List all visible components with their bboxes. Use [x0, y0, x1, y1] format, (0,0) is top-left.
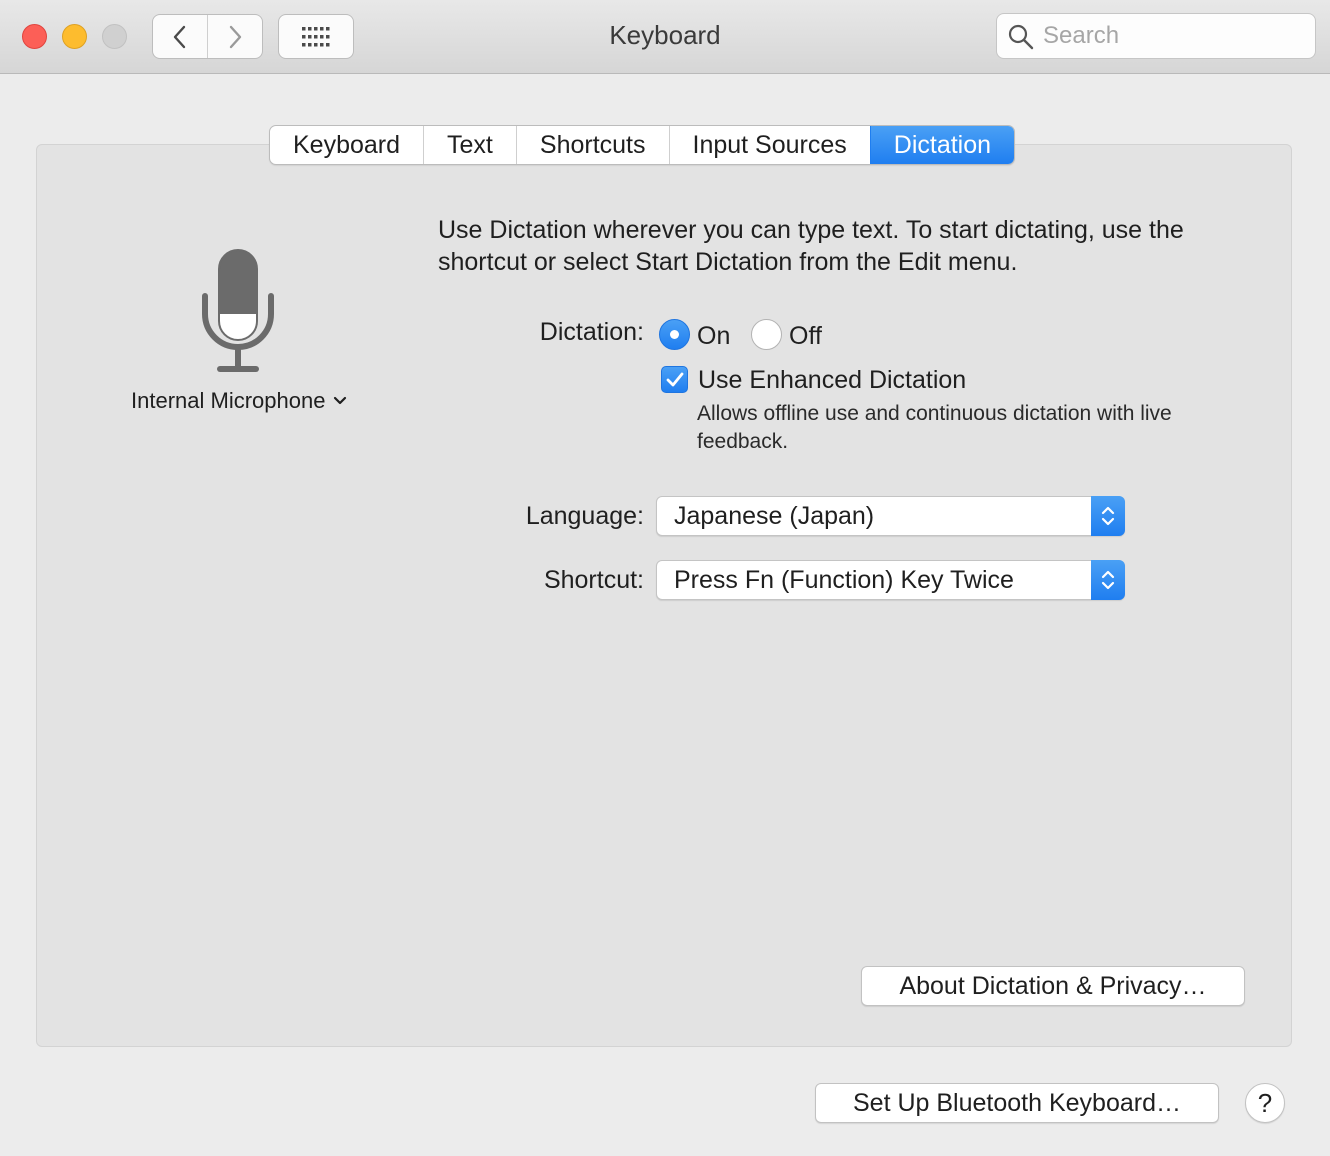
microphone-source-select[interactable]: Internal Microphone	[131, 388, 347, 414]
tab-bar: Keyboard Text Shortcuts Input Sources Di…	[269, 125, 1016, 165]
tab-keyboard[interactable]: Keyboard	[270, 126, 423, 164]
dictation-label: Dictation:	[539, 318, 644, 346]
tab-text[interactable]: Text	[423, 126, 516, 164]
shortcut-value: Press Fn (Function) Key Twice	[674, 566, 1014, 594]
enhanced-dictation-label[interactable]: Use Enhanced Dictation	[698, 366, 966, 395]
microphone-icon	[202, 249, 274, 372]
about-dictation-privacy-button[interactable]: About Dictation & Privacy…	[861, 966, 1245, 1006]
setup-bluetooth-keyboard-button[interactable]: Set Up Bluetooth Keyboard…	[815, 1083, 1219, 1123]
language-label: Language:	[525, 502, 644, 530]
dictation-off-radio[interactable]	[751, 319, 782, 350]
search-field[interactable]	[996, 13, 1316, 59]
search-icon	[1008, 24, 1034, 50]
shortcut-popup[interactable]: Press Fn (Function) Key Twice	[656, 560, 1125, 600]
dictation-description: Use Dictation wherever you can type text…	[438, 216, 1184, 276]
enhanced-dictation-description: Allows offline use and continuous dictat…	[697, 402, 1172, 453]
popup-arrows-icon	[1091, 560, 1125, 600]
tab-input-sources[interactable]: Input Sources	[668, 126, 870, 164]
checkmark-icon	[666, 372, 683, 386]
dictation-on-label[interactable]: On	[697, 322, 730, 351]
popup-arrows-icon	[1091, 496, 1125, 536]
enhanced-dictation-checkbox[interactable]	[661, 366, 688, 393]
search-input[interactable]	[1043, 14, 1303, 58]
dictation-off-label[interactable]: Off	[789, 322, 822, 351]
chevron-down-icon	[334, 396, 347, 405]
language-value: Japanese (Japan)	[674, 502, 875, 530]
title-bar: Keyboard	[0, 0, 1330, 74]
language-popup[interactable]: Japanese (Japan)	[656, 496, 1125, 536]
dictation-on-radio[interactable]	[659, 319, 690, 350]
shortcut-label: Shortcut:	[543, 566, 644, 594]
tab-dictation[interactable]: Dictation	[869, 126, 1015, 164]
help-button[interactable]: ?	[1245, 1083, 1285, 1123]
microphone-source-label: Internal Microphone	[131, 388, 326, 413]
tab-shortcuts[interactable]: Shortcuts	[515, 126, 669, 164]
